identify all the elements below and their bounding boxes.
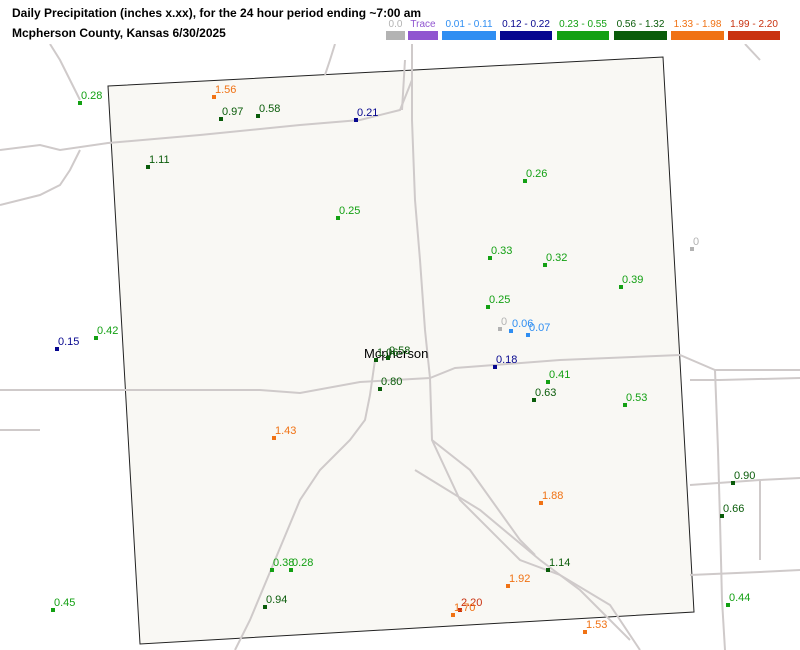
legend-swatch	[614, 31, 667, 40]
legend-swatch	[442, 31, 496, 40]
station-value-label: 1.92	[509, 573, 530, 585]
station-marker: 1.53	[583, 619, 607, 634]
station-marker: 0.15	[55, 336, 79, 351]
legend-label: 0.12 - 0.22	[502, 19, 550, 30]
station-value-label: 0.25	[489, 294, 510, 306]
station-value-label: 0.28	[292, 557, 313, 569]
station-value-label: 1.53	[586, 619, 607, 631]
station-value-label: 1.43	[275, 425, 296, 437]
station-value-label: 0	[693, 236, 699, 248]
station-value-label: 0.58	[259, 103, 280, 115]
station-value-label: 0.42	[97, 325, 118, 337]
legend-swatch	[386, 31, 405, 40]
map-subtitle: Mcpherson County, Kansas 6/30/2025	[12, 26, 226, 40]
legend-swatch	[671, 31, 724, 40]
station-value-label: 1.11	[149, 154, 170, 166]
station-value-label: 0.33	[491, 245, 512, 257]
station-value-label: 0.15	[58, 336, 79, 348]
station-value-label: 0.53	[626, 392, 647, 404]
station-marker: 0.45	[51, 597, 75, 612]
station-value-label: 1.70	[454, 602, 475, 614]
station-value-label: 0.94	[266, 594, 287, 606]
legend-label: Trace	[410, 19, 436, 30]
station-value-label: 0.97	[222, 106, 243, 118]
precipitation-map: Mcpherson 0.28 1.56 0.97 0.58 0.21 1.11 0.25 0.…	[0, 44, 800, 650]
station-value-label: 0.39	[622, 274, 643, 286]
map-canvas: Mcpherson 0.28 1.560.97 0.58 0.211.110.250.…	[0, 44, 800, 650]
station-value-label: 0.25	[339, 205, 360, 217]
station-value-label: 0.21	[357, 107, 378, 119]
station-value-label: 0.80	[381, 376, 402, 388]
station-marker: 0.42	[94, 325, 118, 340]
station-value-label: 0.28	[81, 90, 102, 102]
station-value-label: 0.18	[496, 354, 517, 366]
station-value-label: 0.44	[729, 592, 750, 604]
station-marker: 0.66	[720, 503, 744, 518]
map-title: Daily Precipitation (inches x.xx), for t…	[12, 6, 422, 20]
legend-swatch	[408, 31, 438, 40]
legend-label: 0.56 - 1.32	[616, 19, 665, 30]
station-value-label: 1.14	[549, 557, 570, 569]
station-value-label: 0.90	[734, 470, 755, 482]
station-value-label: 0.58	[389, 345, 410, 357]
station-value-label: 0.26	[526, 168, 547, 180]
station-value-label: 0.32	[546, 252, 567, 264]
station-value-label: 0.45	[54, 597, 75, 609]
legend-swatch	[728, 31, 780, 40]
station-value-label: 0.66	[723, 503, 744, 515]
station-value-label: 0.07	[529, 322, 550, 334]
legend-label: 0.01 - 0.11	[445, 19, 493, 30]
legend-label: 1.33 - 1.98	[673, 19, 722, 30]
station-value-label: 1.88	[542, 490, 563, 502]
station-value-label: 0.63	[535, 387, 556, 399]
station-marker: 0.28	[78, 90, 102, 105]
legend-label: 0.23 - 0.55	[559, 19, 607, 30]
station-value-label: 0.41	[549, 369, 570, 381]
legend-swatch	[500, 31, 552, 40]
station-marker: 0.90	[731, 470, 755, 485]
map-header: Daily Precipitation (inches x.xx), for t…	[0, 0, 800, 44]
station-marker: 0.44	[726, 592, 750, 607]
legend-swatch	[557, 31, 609, 40]
station-value-label: 0	[501, 316, 507, 328]
legend-label: 0.0	[388, 19, 403, 30]
station-marker: 0	[690, 236, 699, 251]
legend-label: 1.99 - 2.20	[730, 19, 778, 30]
station-value-label: 1.56	[215, 84, 236, 96]
